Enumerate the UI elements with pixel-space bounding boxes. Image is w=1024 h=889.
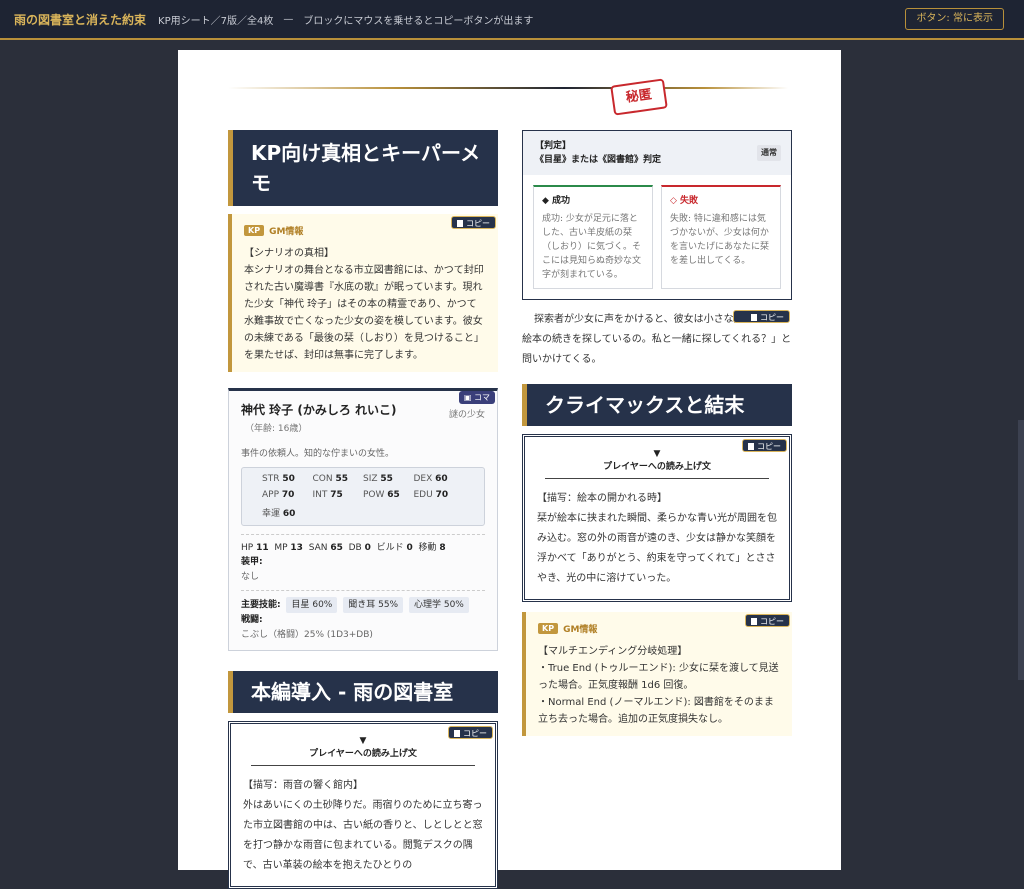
- check-label: 【判定】: [535, 141, 572, 151]
- header-rule: [228, 87, 788, 89]
- skill-chip: 聞き耳 55%: [343, 597, 404, 613]
- read-aloud-body: 外はあいにくの土砂降りだ。雨宿りのために立ち寄った市立図書館の中は、古い紙の香り…: [243, 800, 483, 871]
- armor-value: なし: [241, 572, 260, 582]
- clipboard-icon: [751, 314, 757, 321]
- copy-button[interactable]: コピー: [451, 216, 496, 229]
- npc-role: 謎の少女: [448, 410, 485, 420]
- sheet-title: 雨の図書室と消えた約束: [14, 12, 147, 27]
- kp-badge: KP: [538, 623, 559, 634]
- left-column: KP向け真相とキーパーメモ コピー KP GM情報 【シナリオの真相】 本シナリ…: [228, 130, 498, 889]
- success-label: ◆ 成功: [542, 196, 571, 206]
- scrollbar[interactable]: [1018, 420, 1024, 680]
- npc-description: 事件の依頼人。知的な佇まいの女性。: [241, 449, 395, 459]
- clipboard-icon: [751, 618, 757, 625]
- down-triangle-icon: ▼: [359, 736, 367, 746]
- read-aloud-body: 栞が絵本に挟まれた瞬間、柔らかな青い光が周囲を包み込む。窓の外の雨音が遠のき、少…: [537, 513, 777, 584]
- success-result: ◆ 成功 成功: 少女が足元に落とした、古い羊皮紙の栞（しおり）に気づく。そこに…: [533, 185, 653, 289]
- npc-card: ▣ コマ 神代 玲子 (かみしろ れいこ) 謎の少女 （年齢: 16歳） 事件の…: [228, 388, 498, 651]
- clipboard-icon: [457, 220, 463, 227]
- koma-button[interactable]: ▣ コマ: [458, 391, 495, 404]
- section-heading-truth: KP向け真相とキーパーメモ: [228, 130, 498, 206]
- clipboard-icon: [748, 443, 754, 450]
- skill-check-block: 【判定】 《目星》または《図書館》判定 通常 ◆ 成功 成功: 少女が足元に落と…: [522, 130, 792, 300]
- gm-info-block: コピー KP GM情報 【シナリオの真相】 本シナリオの舞台となる市立図書館には…: [228, 214, 498, 372]
- clipboard-icon: [454, 730, 460, 737]
- failure-label: ◇ 失敗: [670, 196, 699, 206]
- separator: —: [283, 13, 294, 25]
- combat-label: 戦闘:: [241, 615, 263, 625]
- ending-normal: ・Normal End (ノーマルエンド): 図書館をそのまま立ち去った場合。追…: [538, 697, 774, 725]
- gm-info-heading: 【マルチエンディング分岐処理】: [538, 646, 688, 657]
- section-heading-intro: 本編導入 - 雨の図書室: [228, 671, 498, 713]
- kp-badge: KP: [244, 225, 265, 236]
- secret-stamp: 秘匿: [610, 78, 668, 116]
- read-aloud-heading: 【描写：絵本の開かれる時】: [537, 493, 667, 504]
- read-aloud-block: コピー ▼ プレイヤーへの読み上げ文 【描写：絵本の開かれる時】 栞が絵本に挟ま…: [522, 434, 792, 602]
- gm-info-label: GM情報: [563, 625, 598, 635]
- failure-text: 失敗: 特に違和感には気づかないが、少女は何かを言いたげにあなたに栞を差し出して…: [670, 214, 770, 266]
- sheet-page: 秘匿 KP向け真相とキーパーメモ コピー KP GM情報 【シナリオの真相】 本…: [178, 50, 841, 889]
- top-bar: 雨の図書室と消えた約束 KP用シート／7版／全4枚 — ブロックにマウスを乗せる…: [0, 0, 1024, 40]
- derived-stats: HP 11 MP 13 SAN 65 DB 0 ビルド 0 移動 8: [241, 543, 446, 553]
- stat-siz: SIZ 55: [363, 474, 393, 484]
- read-aloud-block: コピー ▼ プレイヤーへの読み上げ文 【描写：雨音の響く館内】 外はあいにくの土…: [228, 721, 498, 889]
- gm-info-body: 本シナリオの舞台となる市立図書館には、かつて封印された古い魔導書『水底の歌』が眠…: [244, 265, 484, 361]
- ending-true: ・True End (トゥルーエンド): 少女に栞を渡して見送った場合。正気度報…: [538, 663, 779, 691]
- copy-button[interactable]: コピー: [745, 614, 790, 627]
- right-column: 【判定】 《目星》または《図書館》判定 通常 ◆ 成功 成功: 少女が足元に落と…: [522, 130, 792, 736]
- copy-button-visibility-toggle[interactable]: ボタン: 常に表示: [905, 8, 1004, 30]
- skill-chip: 目星 60%: [286, 597, 338, 613]
- stat-grid: STR 50 CON 55 SIZ 55 DEX 60 APP 70 INT 7…: [241, 467, 485, 526]
- check-title: 《目星》または《図書館》判定: [535, 155, 662, 165]
- gm-info-heading: 【シナリオの真相】: [244, 248, 334, 259]
- difficulty-badge: 通常: [757, 145, 781, 161]
- success-text: 成功: 少女が足元に落とした、古い羊皮紙の栞（しおり）に気づく。そこには見知らぬ…: [542, 214, 642, 280]
- read-aloud-heading: 【描写：雨音の響く館内】: [243, 780, 363, 791]
- stat-str: STR 50: [262, 474, 295, 484]
- stat-app: APP 70: [262, 490, 295, 500]
- npc-age: （年齢: 16歳）: [245, 424, 308, 434]
- stat-pow: POW 65: [363, 490, 400, 500]
- skill-chip: 心理学 50%: [408, 597, 469, 613]
- armor-label: 装甲:: [241, 557, 263, 567]
- copy-hint: ブロックにマウスを乗せるとコピーボタンが出ます: [303, 15, 534, 27]
- copy-button[interactable]: コピー: [742, 439, 787, 452]
- stat-edu: EDU 70: [413, 490, 449, 500]
- copy-button[interactable]: コピー: [448, 726, 493, 739]
- stat-dex: DEX 60: [413, 474, 448, 484]
- section-heading-climax: クライマックスと結末: [522, 384, 792, 426]
- failure-result: ◇ 失敗 失敗: 特に違和感には気づかないが、少女は何かを言いたげにあなたに栞を…: [661, 185, 781, 289]
- copy-button[interactable]: コピー: [733, 310, 790, 323]
- gm-info-block: コピー KP GM情報 【マルチエンディング分岐処理】 ・True End (ト…: [522, 612, 792, 736]
- card-icon: ▣: [463, 393, 474, 402]
- stat-int: INT 75: [312, 490, 343, 500]
- gm-info-label: GM情報: [269, 227, 304, 237]
- stat-con: CON 55: [312, 474, 349, 484]
- combat-value: こぶし（格闘）25% (1D3+DB): [241, 630, 373, 640]
- down-triangle-icon: ▼: [653, 449, 661, 459]
- narrative-paragraph: コピー 探索者が少女に声をかけると、彼女は小さな声で「この絵本の続きを探している…: [522, 310, 792, 370]
- sheet-subtitle: KP用シート／7版／全4枚: [158, 15, 274, 27]
- skills-row: 主要技能: 目星 60% 聞き耳 55% 心理学 50%: [241, 597, 485, 613]
- read-aloud-title: プレイヤーへの読み上げ文: [545, 459, 769, 479]
- stat-luck: 幸運 60: [262, 509, 296, 519]
- read-aloud-title: プレイヤーへの読み上げ文: [251, 746, 475, 766]
